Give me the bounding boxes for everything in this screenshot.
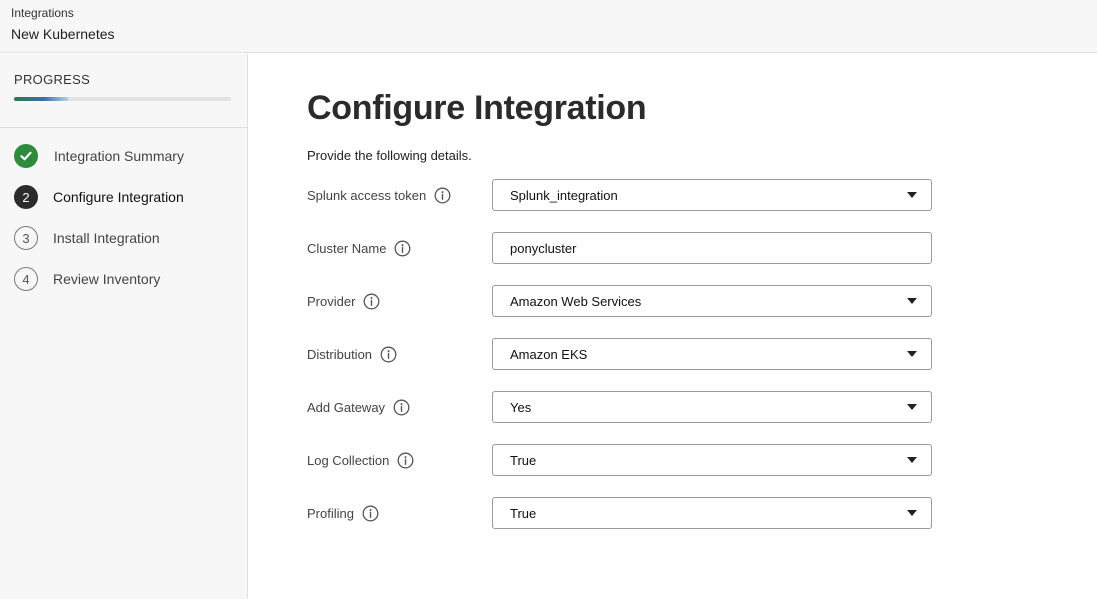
caret-down-icon [907,192,917,198]
section-title: Configure Integration [307,89,647,127]
select-value: Yes [510,399,532,415]
profiling-select[interactable]: True [492,497,932,529]
progress-label: PROGRESS [14,72,91,87]
step-complete-indicator [14,144,38,168]
add-gateway-label: Add Gateway [307,398,410,416]
top-bar: Integrations New Kubernetes [0,0,1097,53]
info-icon[interactable] [397,452,414,469]
info-icon[interactable] [380,346,397,363]
provider-label: Provider [307,292,380,310]
info-icon[interactable] [363,293,380,310]
field-label-text: Cluster Name [307,240,387,256]
select-value: Splunk_integration [510,187,618,203]
breadcrumb[interactable]: Integrations [11,6,74,20]
step-number: 3 [14,226,38,250]
profiling-label: Profiling [307,504,379,522]
access-token-select[interactable]: Splunk_integration [492,179,932,211]
field-label-text: Log Collection [307,452,390,468]
step-label: Integration Summary [54,148,184,164]
sidebar-divider [0,127,247,128]
log-collection-select[interactable]: True [492,444,932,476]
page-title: New Kubernetes [11,26,115,42]
select-value: Amazon Web Services [510,293,642,309]
add-gateway-select[interactable]: Yes [492,391,932,423]
progress-bar [14,97,231,101]
step-label: Install Integration [53,230,160,246]
info-icon[interactable] [434,187,451,204]
distribution-select[interactable]: Amazon EKS [492,338,932,370]
distribution-label: Distribution [307,345,397,363]
info-icon[interactable] [362,505,379,522]
select-value: True [510,505,537,521]
step-label: Configure Integration [53,189,184,205]
field-label-text: Distribution [307,346,373,362]
log-collection-label: Log Collection [307,451,414,469]
step-label: Review Inventory [53,271,161,287]
step-integration-summary[interactable]: Integration Summary [14,144,184,168]
info-icon[interactable] [394,240,411,257]
caret-down-icon [907,510,917,516]
progress-bar-fill [14,97,69,101]
select-value: True [510,452,537,468]
field-label-text: Profiling [307,505,354,521]
access-token-label: Splunk access token [307,186,451,204]
checkmark-icon [20,151,32,161]
input-value: ponycluster [510,240,577,256]
caret-down-icon [907,351,917,357]
step-install-integration[interactable]: 3 Install Integration [14,226,160,250]
intro-text: Provide the following details. [307,148,472,163]
info-icon[interactable] [393,399,410,416]
step-number: 4 [14,267,38,291]
cluster-name-input[interactable]: ponycluster [492,232,932,264]
select-value: Amazon EKS [510,346,588,362]
field-label-text: Splunk access token [307,187,427,203]
cluster-name-label: Cluster Name [307,239,411,257]
caret-down-icon [907,404,917,410]
step-number: 2 [14,185,38,209]
caret-down-icon [907,298,917,304]
step-configure-integration[interactable]: 2 Configure Integration [14,185,184,209]
progress-sidebar: PROGRESS Integration Summary 2 Configure… [0,54,248,599]
step-review-inventory[interactable]: 4 Review Inventory [14,267,160,291]
field-label-text: Provider [307,293,356,309]
field-label-text: Add Gateway [307,399,386,415]
provider-select[interactable]: Amazon Web Services [492,285,932,317]
caret-down-icon [907,457,917,463]
